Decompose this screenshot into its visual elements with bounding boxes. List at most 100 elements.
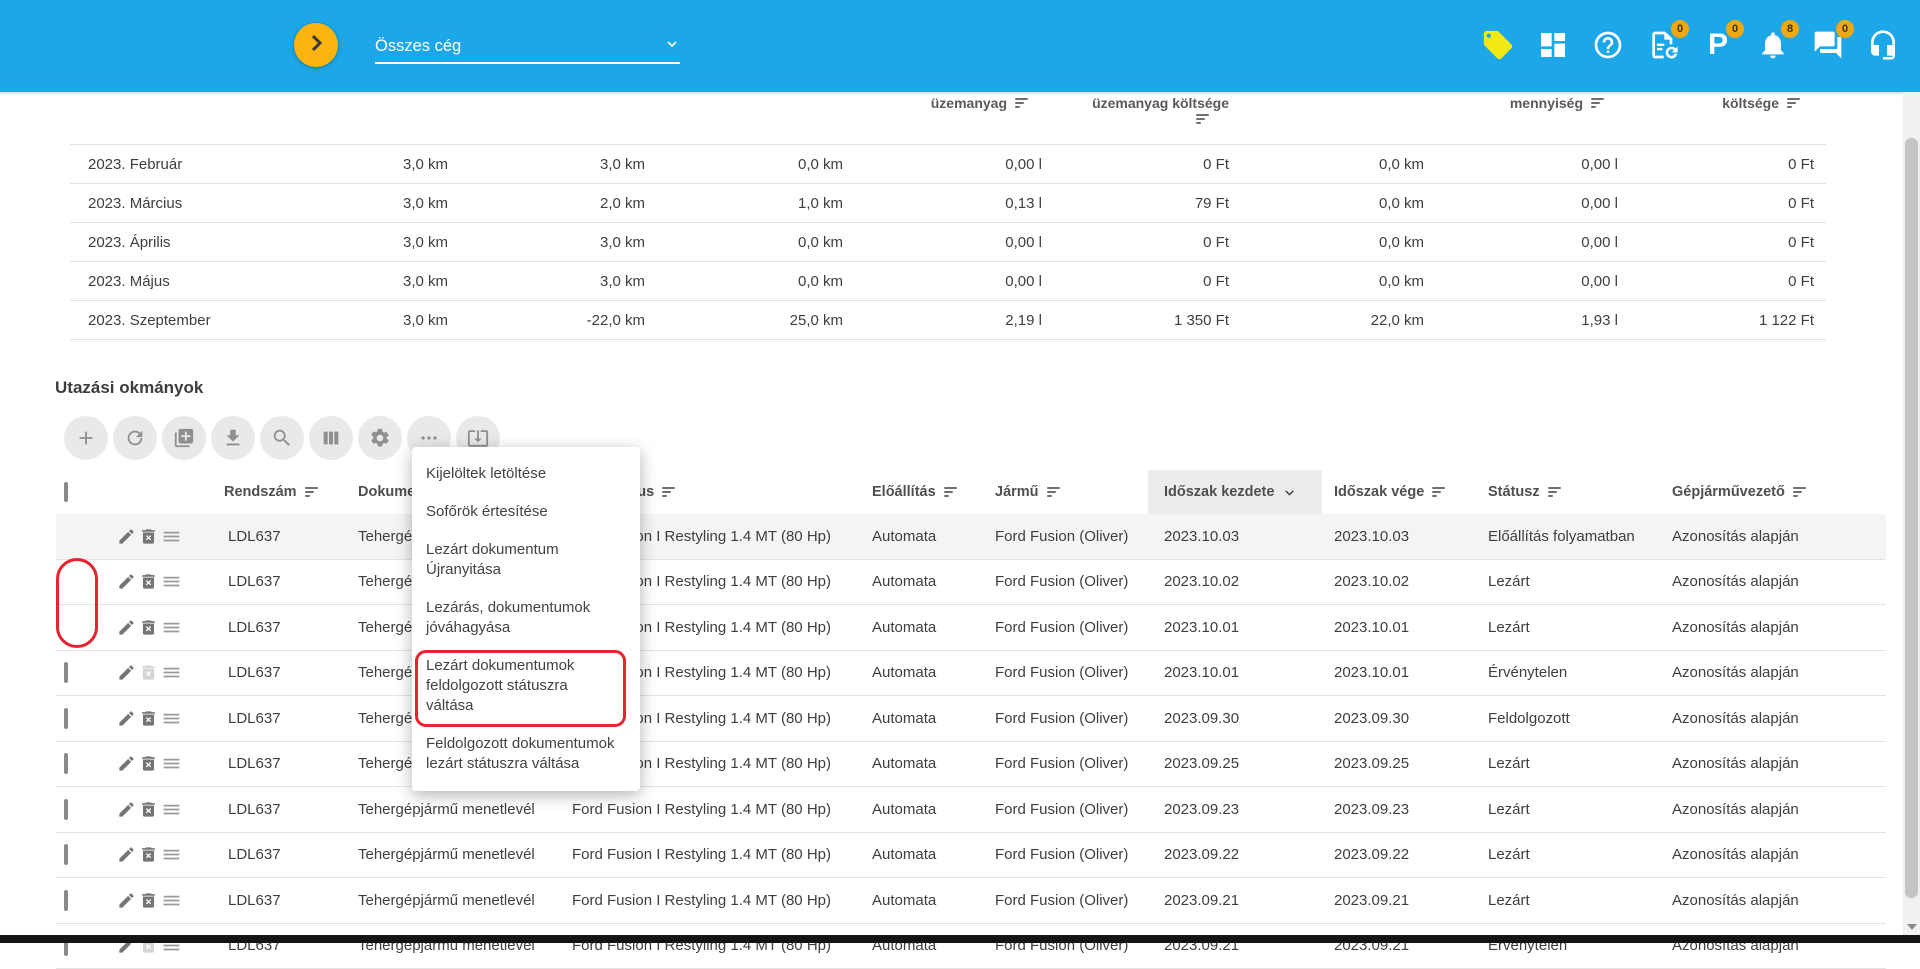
sort-icon [1787, 98, 1800, 108]
parking-badge: 0 [1726, 20, 1744, 38]
eloallitas-cell: Automata [844, 892, 967, 909]
menu-item[interactable]: Feldolgozott dokumentumok lezárt státusz… [412, 725, 640, 783]
col-header-fuel-cost[interactable]: üzemanyag költsége [1042, 95, 1229, 124]
refresh-button[interactable] [113, 416, 157, 460]
row-checkbox[interactable] [64, 799, 68, 820]
delete-icon[interactable] [139, 527, 158, 546]
apps-grid-icon[interactable] [1536, 28, 1570, 62]
edit-icon[interactable] [117, 663, 136, 682]
drag-menu-icon[interactable] [161, 526, 182, 547]
parking-icon[interactable]: P 0 [1701, 28, 1735, 62]
delete-icon[interactable] [139, 709, 158, 728]
row-checkbox[interactable] [64, 753, 68, 774]
row-checkbox[interactable] [64, 890, 68, 911]
col-header-cost[interactable]: költsége [1618, 95, 1814, 111]
menu-item[interactable]: Lezárt dokumentum Újranyitása [412, 531, 640, 589]
duplicate-button[interactable] [162, 416, 206, 460]
month-cell: 2023. Április [70, 234, 280, 251]
edit-icon[interactable] [117, 572, 136, 591]
table-row[interactable]: LDL637 Tehergépjármű menetlevél Ford Fus… [56, 742, 1886, 788]
delete-icon[interactable] [139, 618, 158, 637]
sort-icon [1432, 487, 1445, 497]
add-button[interactable] [64, 416, 108, 460]
col-header-fuel[interactable]: üzemanyag [843, 95, 1042, 111]
table-row[interactable]: LDL637 Tehergépjármű menetlevél Ford Fus… [56, 514, 1886, 560]
jarmu-cell: Ford Fusion (Oliver) [967, 619, 1140, 636]
settings-gear-icon[interactable] [358, 416, 402, 460]
table-row[interactable]: LDL637 Tehergépjármű menetlevél Ford Fus… [56, 605, 1886, 651]
drag-menu-icon[interactable] [161, 708, 182, 729]
chevron-right-icon [304, 31, 328, 60]
eloallitas-cell: Automata [844, 846, 967, 863]
statusz-cell: Lezárt [1480, 573, 1664, 590]
col-header-gepjarmuvezeto[interactable]: Gépjárművezető [1664, 484, 1886, 500]
drag-menu-icon[interactable] [161, 662, 182, 683]
col-header-quantity[interactable]: mennyiség [1424, 95, 1618, 111]
table-row[interactable]: LDL637 Tehergépjármű menetlevél Ford Fus… [56, 878, 1886, 924]
table-row[interactable]: LDL637 Tehergépjármű menetlevél Ford Fus… [56, 696, 1886, 742]
menu-item[interactable]: Sofőrök értesítése [412, 493, 640, 531]
notifications-bell-icon[interactable]: 8 [1756, 28, 1790, 62]
col-header-rendszam[interactable]: Rendszám [200, 484, 330, 500]
delete-icon[interactable] [139, 572, 158, 591]
messages-icon[interactable]: 0 [1811, 28, 1845, 62]
statusz-cell: Lezárt [1480, 892, 1664, 909]
col-header-jarmu[interactable]: Jármű [967, 484, 1140, 500]
row-checkbox[interactable] [64, 844, 68, 865]
company-selector[interactable]: Összes cég [375, 30, 680, 64]
statusz-cell: Lezárt [1480, 801, 1664, 818]
edit-icon[interactable] [117, 891, 136, 910]
edit-icon[interactable] [117, 800, 136, 819]
edit-icon[interactable] [117, 754, 136, 773]
header-icon-bar: 0 P 0 8 0 [1481, 28, 1900, 62]
menu-item[interactable]: Kijelöltek letöltése [412, 455, 640, 493]
edit-icon[interactable] [117, 845, 136, 864]
delete-icon[interactable] [139, 663, 158, 682]
table-row[interactable]: LDL637 Tehergépjármű menetlevél Ford Fus… [56, 924, 1886, 969]
summary-row: 2023. Szeptember 3,0 km -22,0 km 25,0 km… [70, 300, 1826, 340]
document-sync-icon[interactable]: 0 [1646, 28, 1680, 62]
drag-menu-icon[interactable] [161, 844, 182, 865]
drag-menu-icon[interactable] [161, 799, 182, 820]
tag-icon[interactable] [1481, 28, 1515, 62]
table-row[interactable]: LDL637 Tehergépjármű menetlevél Ford Fus… [56, 651, 1886, 697]
drag-menu-icon[interactable] [161, 753, 182, 774]
rendszam-cell: LDL637 [200, 801, 330, 818]
help-icon[interactable] [1591, 28, 1625, 62]
download-button[interactable] [211, 416, 255, 460]
edit-icon[interactable] [117, 527, 136, 546]
delete-icon[interactable] [139, 891, 158, 910]
idoszak-vege-cell: 2023.09.21 [1326, 892, 1480, 909]
select-all-checkbox[interactable] [64, 482, 68, 502]
messages-badge: 0 [1836, 20, 1854, 38]
statusz-cell: Feldolgozott [1480, 710, 1664, 727]
drag-menu-icon[interactable] [161, 617, 182, 638]
vertical-scrollbar[interactable] [1903, 92, 1920, 935]
col-header-idoszak-kezdete-sorted[interactable]: Időszak kezdete [1148, 470, 1322, 514]
table-row[interactable]: LDL637 Tehergépjármű menetlevél Ford Fus… [56, 787, 1886, 833]
search-button[interactable] [260, 416, 304, 460]
delete-icon[interactable] [139, 754, 158, 773]
scrollbar-thumb[interactable] [1905, 138, 1918, 898]
edit-icon[interactable] [117, 709, 136, 728]
edit-icon[interactable] [117, 618, 136, 637]
delete-icon[interactable] [139, 845, 158, 864]
row-checkbox[interactable] [64, 708, 68, 729]
expand-sidebar-button[interactable] [294, 23, 338, 67]
col-header-eloallitas[interactable]: Előállítás [844, 484, 967, 500]
delete-icon[interactable] [139, 800, 158, 819]
menu-item[interactable]: Lezárt dokumentumok feldolgozott státusz… [412, 647, 640, 725]
gepjarmuvezeto-cell: Azonosítás alapján [1664, 892, 1886, 909]
support-headset-icon[interactable] [1866, 28, 1900, 62]
columns-button[interactable] [309, 416, 353, 460]
scrollbar-down-button[interactable] [1903, 918, 1920, 935]
row-checkbox[interactable] [64, 662, 68, 683]
menu-item[interactable]: Lezárás, dokumentumok jóváhagyása [412, 589, 640, 647]
col-header-idoszak-vege[interactable]: Időszak vége [1326, 484, 1480, 500]
table-row[interactable]: LDL637 Tehergépjármű menetlevél Ford Fus… [56, 833, 1886, 879]
drag-menu-icon[interactable] [161, 890, 182, 911]
drag-menu-icon[interactable] [161, 571, 182, 592]
table-row[interactable]: LDL637 Tehergépjármű menetlevél Ford Fus… [56, 560, 1886, 606]
col-header-statusz[interactable]: Státusz [1480, 484, 1664, 500]
sort-desc-chevron-icon [1283, 486, 1296, 499]
